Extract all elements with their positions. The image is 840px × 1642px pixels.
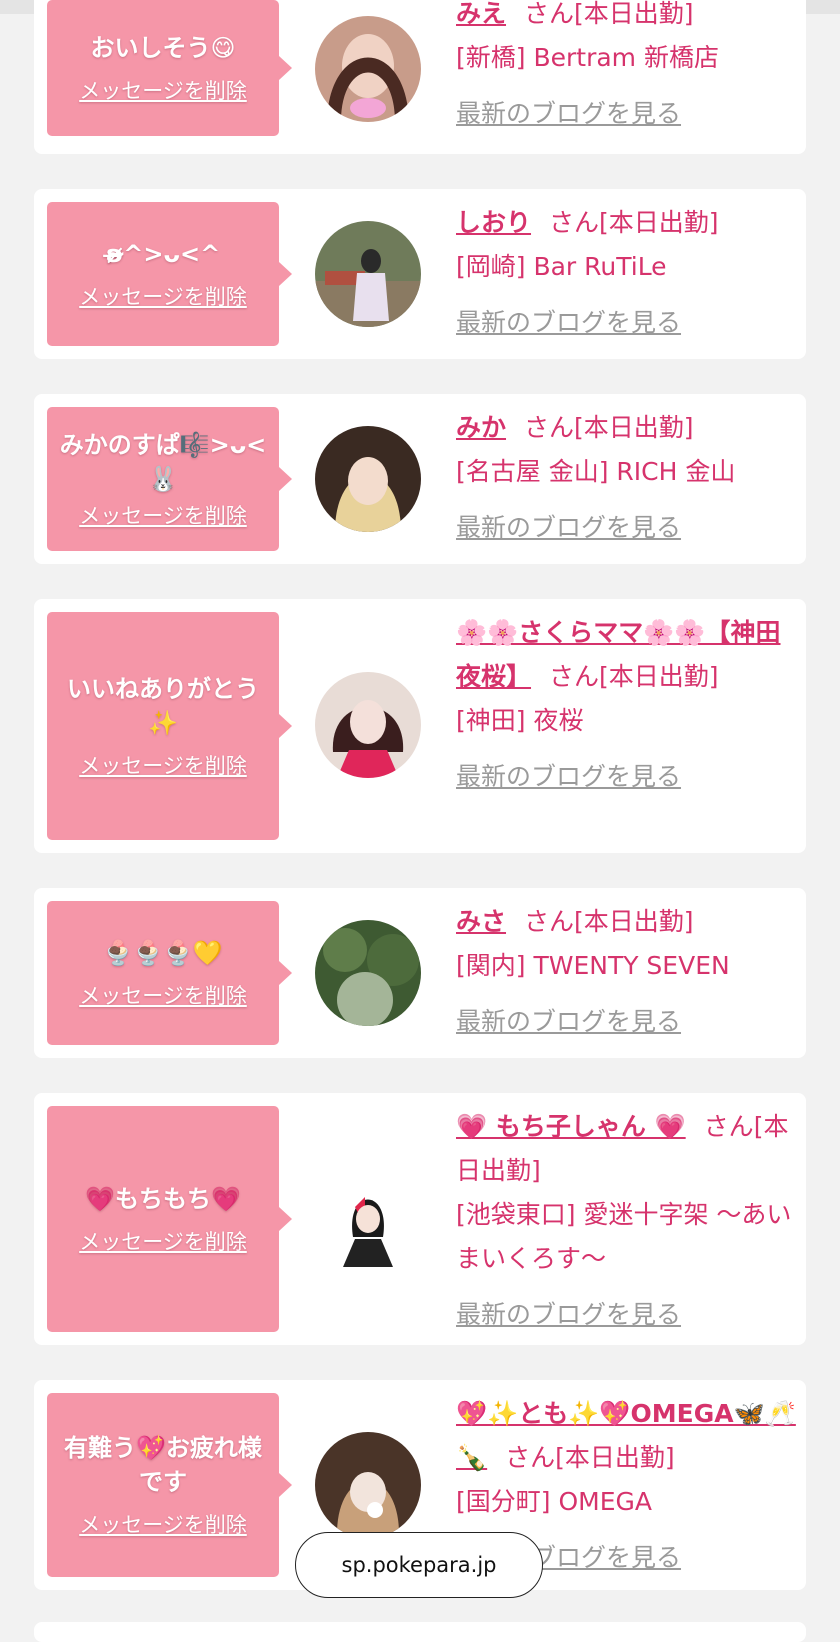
avatar[interactable] [315,16,421,122]
delete-message-link[interactable]: メッセージを削除 [79,750,247,780]
delete-message-link[interactable]: メッセージを削除 [79,281,247,311]
message-text: いいねありがとう✨ [67,675,259,737]
cast-info: みさ さん[本日出勤] [関内] TWENTY SEVEN 最新のブログを見る [456,900,796,1044]
message-card: いいねありがとう✨ メッセージを削除 🌸🌸さくらママ🌸🌸【神田夜桜】 さん[本日出… [34,599,806,853]
san-label: さん [505,1443,556,1472]
message-bubble: 🍨🍨🍨💛 メッセージを削除 [47,901,292,1045]
avatar[interactable] [315,672,421,778]
avatar[interactable] [315,920,421,1026]
latest-blog-link[interactable]: 最新のブログを見る [456,506,796,550]
san-label: さん [524,907,575,936]
cast-name-link[interactable]: みか [456,413,506,442]
message-text: 💗もちもち💗 [85,1185,241,1213]
delete-message-link[interactable]: メッセージを削除 [79,1226,247,1256]
message-bubble: いいねありがとう✨ メッセージを削除 [47,612,292,840]
cast-name-link[interactable]: みさ [456,907,506,936]
message-card: ʚ̴̶̷̷^>ᴗ<^ メッセージを削除 しおり さん[本日出勤] [岡崎] Bar… [34,189,806,359]
shift-status: [本日出勤] [599,208,719,237]
cast-info: しおり さん[本日出勤] [岡崎] Bar RuTiLe 最新のブログを見る [456,201,796,345]
delete-message-link[interactable]: メッセージを削除 [79,980,247,1010]
message-text: ʚ̴̶̷̷^>ᴗ<^ [105,240,221,268]
cast-info: みえ さん[本日出勤] [新橋] Bertram 新橋店 最新のブログを見る [456,0,796,136]
shift-status: [本日出勤] [555,1443,675,1472]
san-label: さん [549,208,600,237]
message-text: みかのすぱ🎼>ᴗ<🐰 [59,431,267,493]
message-bubble: ʚ̴̶̷̷^>ᴗ<^ メッセージを削除 [47,202,292,346]
avatar[interactable] [315,1432,421,1538]
message-card: 🍨🍨🍨💛 メッセージを削除 みさ さん[本日出勤] [関内] TWENTY SEV… [34,888,806,1058]
latest-blog-link[interactable]: 最新のブログを見る [456,301,796,345]
delete-message-link[interactable]: メッセージを削除 [79,1509,247,1539]
cast-info: 💗 もち子しゃん 💗 さん[本日出勤] [池袋東口] 愛迷十字架 〜あいまいくろす… [456,1105,796,1337]
message-card: みかのすぱ🎼>ᴗ<🐰 メッセージを削除 みか さん[本日出勤] [名古屋 金山] … [34,394,806,564]
message-bubble: 💗もちもち💗 メッセージを削除 [47,1106,292,1332]
avatar[interactable] [315,221,421,327]
shop-area: [神田] 夜桜 [456,706,584,735]
shop-area: [名古屋 金山] RICH 金山 [456,457,736,486]
shop-area: [新橋] Bertram 新橋店 [456,43,719,72]
shop-area: [関内] TWENTY SEVEN [456,951,730,980]
message-text: おいしそう😋 [90,34,236,62]
shift-status: [本日出勤] [574,413,694,442]
avatar[interactable] [315,426,421,532]
message-bubble: みかのすぱ🎼>ᴗ<🐰 メッセージを削除 [47,407,292,551]
cast-name-link[interactable]: しおり [456,208,531,237]
san-label: さん [524,413,575,442]
shop-area: [池袋東口] 愛迷十字架 〜あいまいくろす〜 [456,1200,792,1273]
san-label: さん [549,662,600,691]
delete-message-link[interactable]: メッセージを削除 [79,500,247,530]
url-bar[interactable]: sp.pokepara.jp [295,1532,543,1598]
next-card-edge [34,1622,806,1642]
latest-blog-link[interactable]: 最新のブログを見る [456,1293,796,1337]
cast-name-link[interactable]: みえ [456,0,506,28]
san-label: さん [703,1112,754,1141]
cast-info: みか さん[本日出勤] [名古屋 金山] RICH 金山 最新のブログを見る [456,406,796,550]
latest-blog-link[interactable]: 最新のブログを見る [456,755,796,799]
san-label: さん [524,0,575,28]
shop-area: [国分町] OMEGA [456,1487,652,1516]
shift-status: [本日出勤] [574,907,694,936]
shift-status: [本日出勤] [599,662,719,691]
message-bubble: おいしそう😋 メッセージを削除 [47,0,292,136]
cast-info: 🌸🌸さくらママ🌸🌸【神田夜桜】 さん[本日出勤] [神田] 夜桜 最新のブログを見… [456,611,796,799]
shift-status: [本日出勤] [574,0,694,28]
delete-message-link[interactable]: メッセージを削除 [79,75,247,105]
message-card: 💗もちもち💗 メッセージを削除 💗 もち子しゃん 💗 さん[本日出勤] [池袋東口… [34,1093,806,1345]
latest-blog-link[interactable]: 最新のブログを見る [456,1000,796,1044]
avatar[interactable] [315,1167,421,1273]
shop-area: [岡崎] Bar RuTiLe [456,252,667,281]
latest-blog-link[interactable]: 最新のブログを見る [456,92,796,136]
message-text: 有難う💖お疲れ様です [64,1434,262,1496]
cast-name-link[interactable]: 💗 もち子しゃん 💗 [456,1112,686,1141]
message-text: 🍨🍨🍨💛 [103,939,223,967]
message-bubble: 有難う💖お疲れ様です メッセージを削除 [47,1393,292,1577]
message-card: おいしそう😋 メッセージを削除 みえ さん[本日出勤] [新橋] Bertram … [34,0,806,154]
